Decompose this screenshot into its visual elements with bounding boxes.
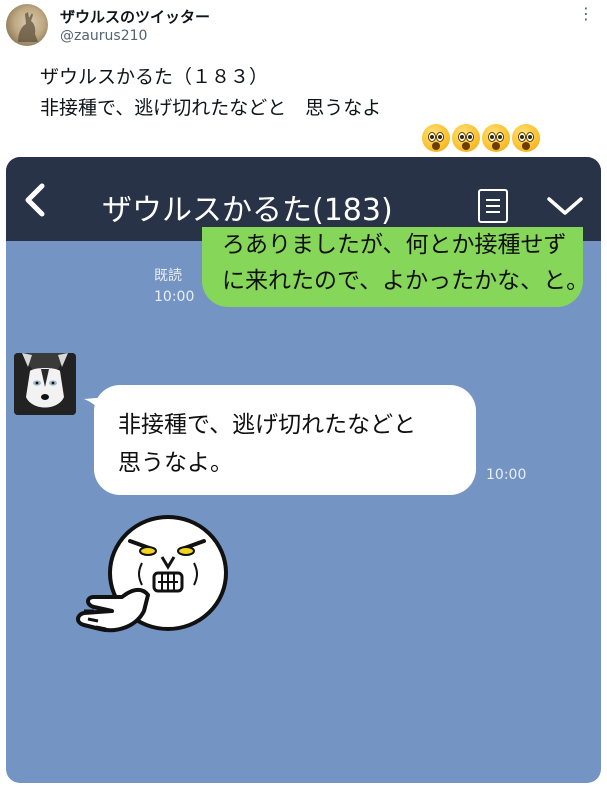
astonished-face-emoji (452, 124, 480, 152)
sent-timestamp: 10:00 (154, 289, 195, 305)
astonished-face-emoji (512, 124, 540, 152)
user-handle[interactable]: @zaurus210 (60, 28, 147, 44)
tweet-text-line-1: ザウルスかるた（１８３） (40, 66, 269, 88)
back-arrow-icon[interactable] (22, 183, 46, 217)
kangaroo-icon (18, 12, 38, 42)
received-timestamp: 10:00 (486, 467, 527, 483)
sent-message-bubble: ろありましたが、何とか接種せず に来れたので、よかったかな、と。 (202, 227, 589, 307)
sent-message-line-1: ろありましたが、何とか接種せず (222, 232, 567, 258)
chat-title: ザウルスかるた(183) (102, 193, 393, 228)
contact-avatar[interactable] (14, 353, 76, 415)
chevron-down-icon[interactable] (546, 195, 584, 217)
more-options-icon[interactable]: ⋮ (578, 4, 595, 23)
received-message-line-2: 思うなよ。 (118, 450, 233, 476)
display-name[interactable]: ザウルスのツイッター (60, 6, 210, 27)
emoji-row (422, 124, 540, 152)
pointing-moon-sticker[interactable] (72, 515, 242, 649)
received-message-bubble: 非接種で、逃げ切れたなどと 思うなよ。 (94, 385, 476, 495)
line-chat-image[interactable]: ザウルスかるた(183) ろありましたが、何とか接種せず に来れたので、よかった… (6, 157, 601, 783)
sent-message-line-2: に来れたので、よかったかな、と。 (222, 268, 590, 294)
tweet-text-line-2: 非接種で、逃げ切れたなどと 思うなよ (40, 97, 382, 119)
menu-list-icon[interactable] (478, 189, 508, 223)
read-receipt: 既読 (154, 268, 182, 284)
received-message-line-1: 非接種で、逃げ切れたなどと (118, 412, 417, 438)
profile-avatar[interactable] (6, 4, 48, 46)
astonished-face-emoji (422, 124, 450, 152)
astonished-face-emoji (482, 124, 510, 152)
husky-dog-icon (14, 353, 76, 415)
